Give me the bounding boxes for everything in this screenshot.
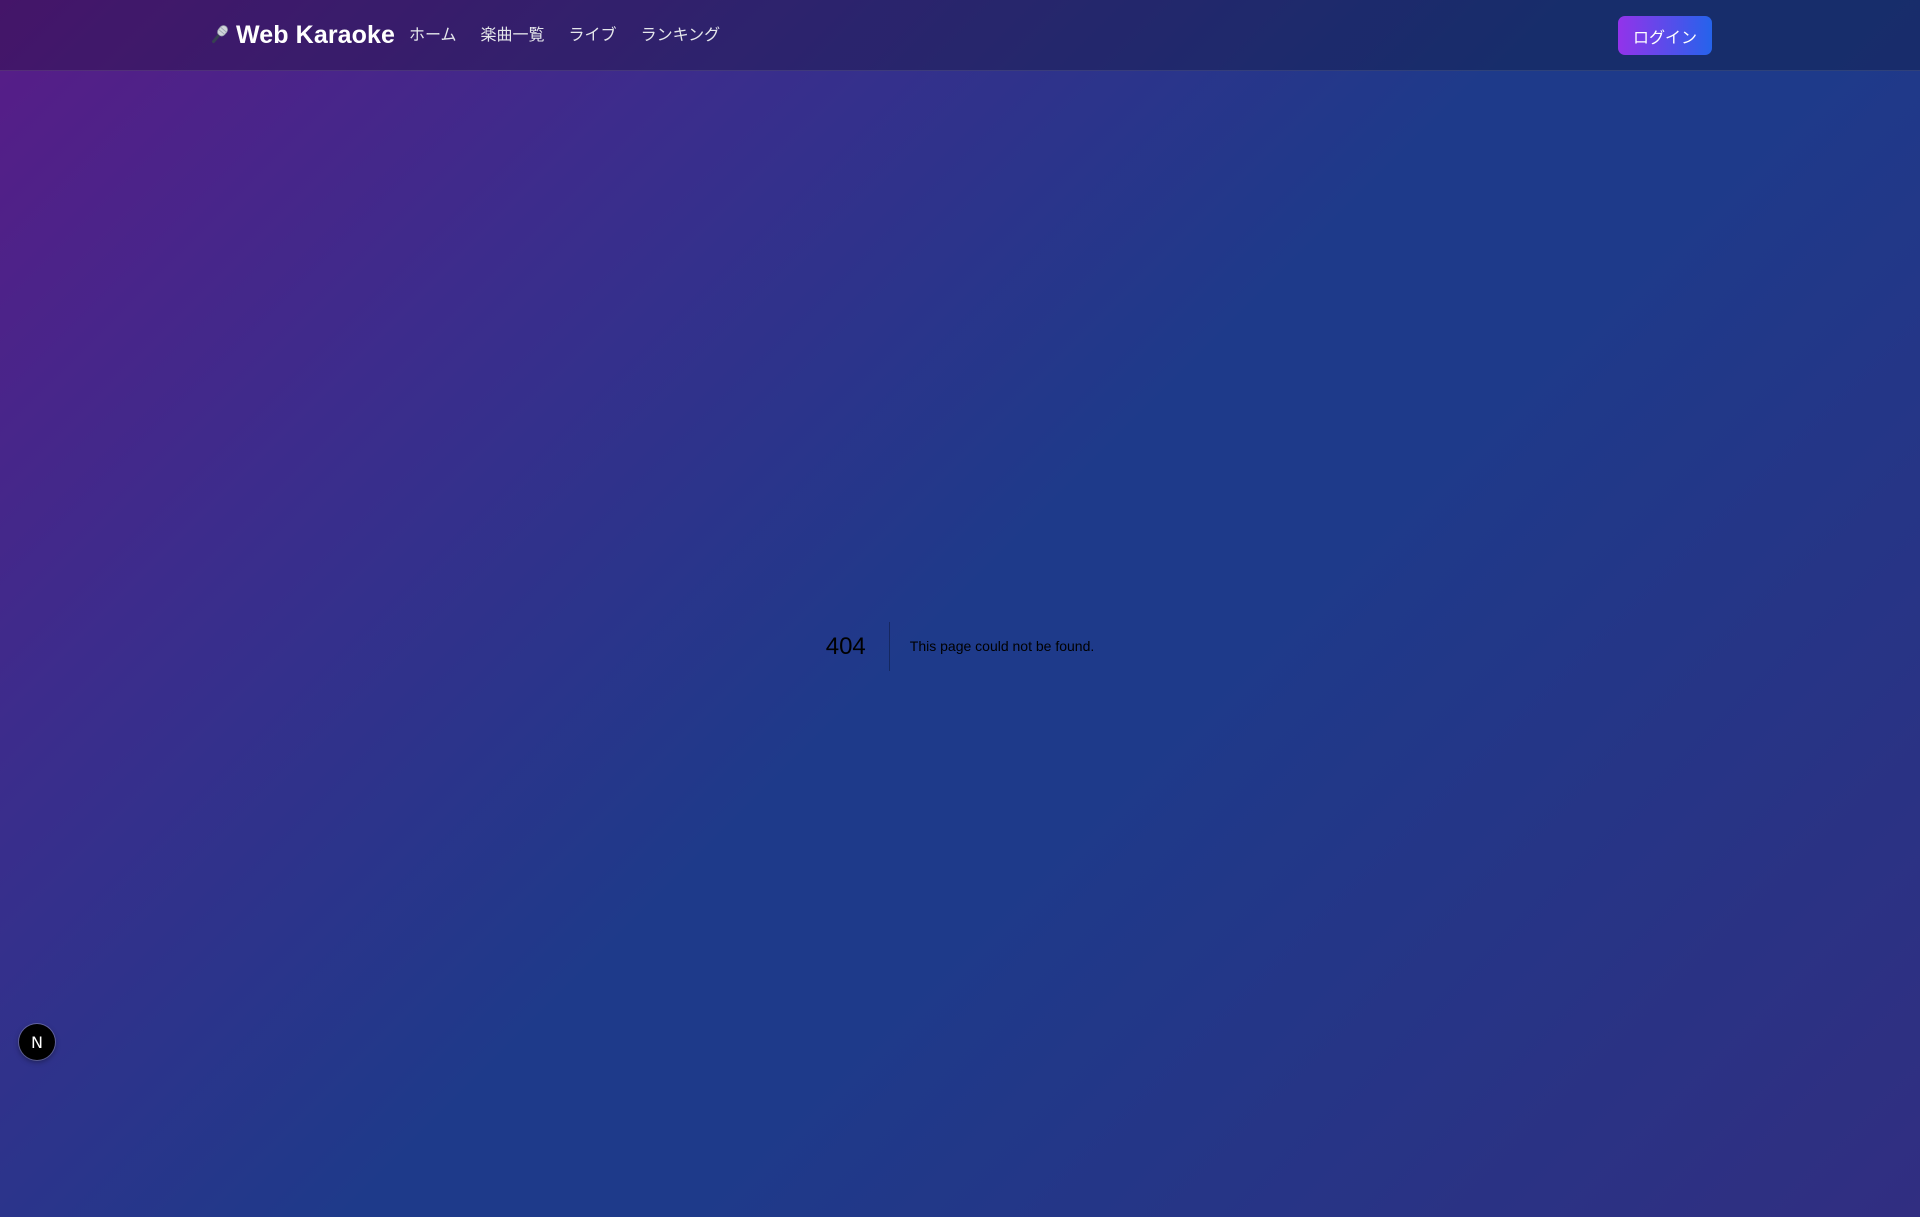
error-code: 404 [826,621,890,671]
error-description: This page could not be found. [909,637,1095,654]
nav-live[interactable]: ライブ [569,24,617,46]
nav-home[interactable]: ホーム [409,24,457,46]
nextjs-icon: N [31,1032,43,1052]
nextjs-dev-indicator[interactable]: N [19,1024,55,1060]
top-navbar: Web Karaoke ホーム 楽曲一覧 ライブ ランキング ログイン [0,0,1920,71]
nav-song-list[interactable]: 楽曲一覧 [481,24,545,46]
nav-ranking[interactable]: ランキング [641,24,721,46]
not-found-message: 404 This page could not be found. [0,620,1920,672]
brand-name: Web Karaoke [236,20,396,49]
login-button[interactable]: ログイン [1618,16,1712,55]
microphone-icon [211,25,228,44]
brand-logo[interactable]: Web Karaoke [206,18,395,52]
main-nav: ホーム 楽曲一覧 ライブ ランキング [409,24,744,46]
